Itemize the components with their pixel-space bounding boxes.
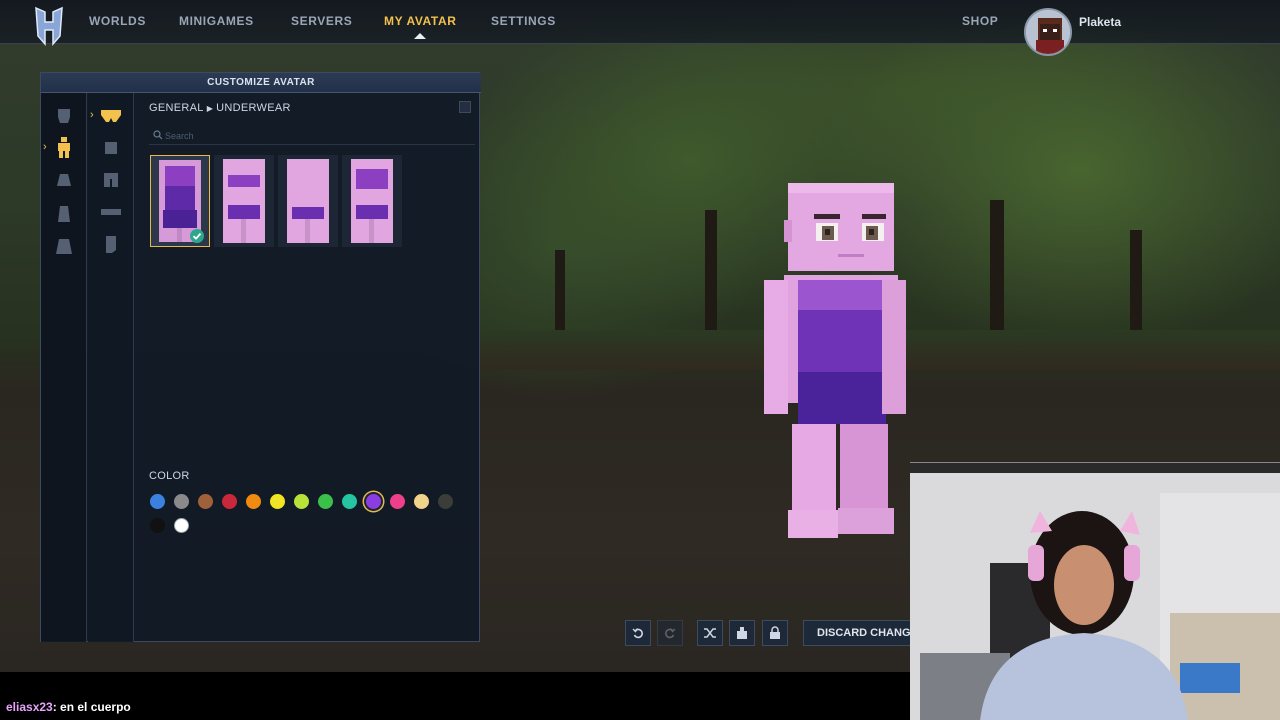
outfit-category-icon[interactable]	[53, 203, 75, 225]
breadcrumb-separator-icon: ▶	[206, 104, 214, 113]
view-toggle-icon[interactable]	[459, 101, 471, 113]
search-bar	[149, 129, 475, 145]
nav-shop[interactable]: SHOP	[962, 14, 998, 28]
underwear-subcategory-icon[interactable]	[100, 105, 122, 127]
chat-message: eliasx23: en el cuerpo	[6, 700, 131, 714]
chevron-right-icon: ›	[43, 141, 47, 153]
color-section-label: COLOR	[149, 470, 190, 482]
color-swatch-dark-gray[interactable]	[438, 494, 453, 509]
avatar-preview[interactable]	[758, 180, 910, 545]
color-swatch-brown[interactable]	[198, 494, 213, 509]
selected-check-icon	[190, 229, 204, 243]
color-swatch-black[interactable]	[150, 518, 165, 533]
nav-my-avatar[interactable]: MY AVATAR	[384, 14, 457, 28]
underwear-item-2[interactable]	[214, 155, 274, 247]
redo-icon	[665, 628, 676, 639]
color-swatch-white[interactable]	[174, 518, 189, 533]
color-swatch-gray[interactable]	[174, 494, 189, 509]
undo-button[interactable]	[625, 620, 651, 646]
chat-username: eliasx23	[6, 700, 53, 714]
category-column: ›	[41, 93, 87, 642]
body-category-icon[interactable]	[53, 137, 75, 159]
breadcrumb: GENERAL ▶ UNDERWEAR	[149, 102, 291, 114]
color-swatch-purple[interactable]	[366, 494, 381, 509]
head-category-icon[interactable]	[53, 105, 75, 127]
discard-changes-button[interactable]: DISCARD CHANGES	[803, 620, 913, 646]
underwear-item-1[interactable]	[150, 155, 210, 247]
randomize-outfit-button[interactable]	[729, 620, 755, 646]
customize-avatar-panel: CUSTOMIZE AVATAR › › GENERAL ▶ UNDERWEAR…	[40, 72, 481, 642]
nav-settings[interactable]: SETTINGS	[491, 14, 556, 28]
subcategory-column: ›	[88, 93, 134, 642]
top-navigation-bar: WORLDS MINIGAMES SERVERS MY AVATAR SETTI…	[0, 0, 1280, 56]
cape-category-icon[interactable]	[53, 235, 75, 257]
color-swatch-yellow[interactable]	[270, 494, 285, 509]
active-tab-caret-icon	[414, 33, 426, 39]
chevron-right-icon: ›	[90, 109, 94, 121]
underwear-item-4[interactable]	[342, 155, 402, 247]
username-label: Plaketa	[1079, 15, 1122, 29]
breadcrumb-leaf: UNDERWEAR	[216, 102, 291, 114]
shuffle-icon	[704, 628, 716, 638]
shirt-subcategory-icon[interactable]	[100, 137, 122, 159]
search-input[interactable]	[165, 129, 465, 143]
user-avatar[interactable]	[1024, 8, 1072, 56]
gloves-subcategory-icon[interactable]	[100, 233, 122, 255]
game-logo[interactable]	[32, 4, 66, 48]
nav-servers[interactable]: SERVERS	[291, 14, 352, 28]
chat-text: : en el cuerpo	[52, 700, 131, 714]
search-icon	[153, 130, 163, 140]
stream-chat-bar: eliasx23: en el cuerpo	[0, 672, 910, 720]
underwear-item-3[interactable]	[278, 155, 338, 247]
color-swatch-blue[interactable]	[150, 494, 165, 509]
lock-icon	[770, 626, 780, 639]
pants-subcategory-icon[interactable]	[100, 169, 122, 191]
randomize-button[interactable]	[697, 620, 723, 646]
color-swatch-green[interactable]	[318, 494, 333, 509]
belt-subcategory-icon[interactable]	[100, 201, 122, 223]
webcam-overlay	[910, 462, 1280, 720]
redo-button[interactable]	[657, 620, 683, 646]
face-category-icon[interactable]	[53, 169, 75, 191]
color-swatch-teal[interactable]	[342, 494, 357, 509]
color-swatch-beige[interactable]	[414, 494, 429, 509]
color-swatch-orange[interactable]	[246, 494, 261, 509]
color-swatch-pink[interactable]	[390, 494, 405, 509]
panel-title: CUSTOMIZE AVATAR	[41, 73, 481, 93]
nav-minigames[interactable]: MINIGAMES	[179, 14, 254, 28]
color-swatch-red[interactable]	[222, 494, 237, 509]
outfit-icon	[737, 627, 747, 639]
color-swatch-lime[interactable]	[294, 494, 309, 509]
nav-worlds[interactable]: WORLDS	[89, 14, 146, 28]
randomize-lock-button[interactable]	[762, 620, 788, 646]
undo-icon	[632, 628, 643, 639]
breadcrumb-root[interactable]: GENERAL	[149, 102, 204, 114]
